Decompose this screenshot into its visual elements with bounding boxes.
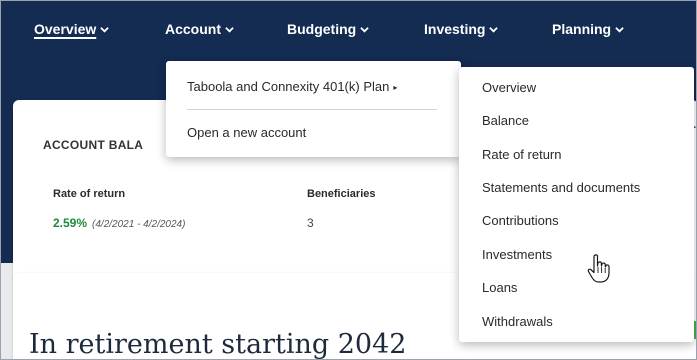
submenu-item-balance[interactable]: Balance <box>482 113 529 128</box>
submenu-item-overview[interactable]: Overview <box>482 80 536 95</box>
nav-account-label: Account <box>165 21 221 37</box>
rate-of-return-range: (4/2/2021 - 4/2/2024) <box>92 219 186 230</box>
nav-budgeting[interactable]: Budgeting <box>287 21 369 37</box>
submenu-item-statements[interactable]: Statements and documents <box>482 180 640 195</box>
beneficiaries-label: Beneficiaries <box>307 188 376 200</box>
submenu-item-loans[interactable]: Loans <box>482 280 517 295</box>
submenu-item-contributions[interactable]: Contributions <box>482 213 559 228</box>
submenu-item-investments[interactable]: Investments <box>482 247 552 262</box>
rate-of-return-value: 2.59% <box>53 216 88 230</box>
menu-item-open-account[interactable]: Open a new account <box>187 125 306 140</box>
nav-overview-label: Overview <box>34 21 97 37</box>
menu-item-plan[interactable]: Taboola and Connexity 401(k) Plan ▸ <box>187 79 397 94</box>
submenu-arrow-icon: ▸ <box>393 83 398 92</box>
chevron-down-icon <box>100 26 110 33</box>
nav-planning[interactable]: Planning <box>552 21 624 37</box>
beneficiaries-value: 3 <box>307 216 314 230</box>
submenu-item-withdrawals[interactable]: Withdrawals <box>482 314 553 329</box>
nav-budgeting-label: Budgeting <box>287 21 357 37</box>
account-balance-title: ACCOUNT BALA <box>43 138 144 152</box>
plan-submenu: Overview Balance Rate of return Statemen… <box>459 67 694 342</box>
nav-overview[interactable]: Overview <box>34 21 110 37</box>
chevron-down-icon <box>360 26 369 33</box>
app-frame: Overview Account Budgeting Investing Pla… <box>0 0 697 360</box>
retirement-heading: In retirement starting 2042 <box>29 329 407 360</box>
nav-account[interactable]: Account <box>165 21 234 37</box>
chevron-down-icon <box>225 26 234 33</box>
rate-of-return-label: Rate of return <box>53 188 126 200</box>
nav-investing[interactable]: Investing <box>424 21 499 37</box>
rate-of-return-stat: 2.59% (4/2/2021 - 4/2/2024) <box>53 216 185 230</box>
nav-investing-label: Investing <box>424 21 486 37</box>
menu-item-plan-label: Taboola and Connexity 401(k) Plan <box>187 79 390 94</box>
menu-divider <box>187 109 437 110</box>
chevron-down-icon <box>615 26 624 33</box>
submenu-item-rate-of-return[interactable]: Rate of return <box>482 147 562 162</box>
chevron-down-icon <box>489 26 499 33</box>
account-dropdown-menu: Taboola and Connexity 401(k) Plan ▸ Open … <box>166 61 461 157</box>
nav-planning-label: Planning <box>552 21 612 37</box>
